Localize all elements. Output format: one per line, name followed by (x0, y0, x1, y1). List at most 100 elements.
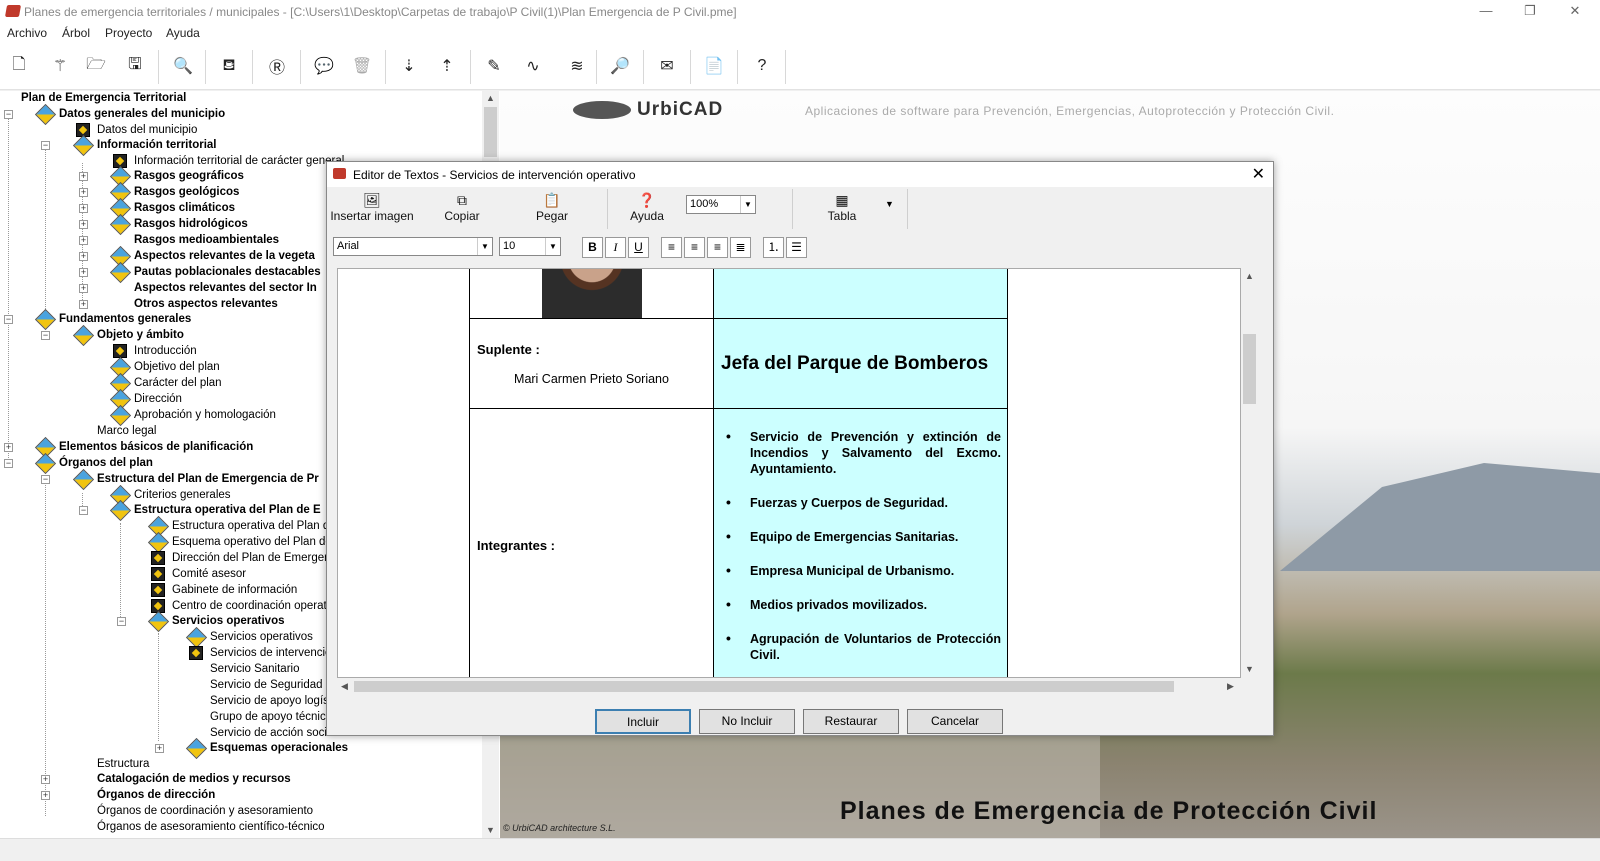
tree-item[interactable]: Servicio Sanitario (210, 661, 299, 677)
tree-item[interactable]: Información territorial (97, 137, 217, 153)
table-dropdown-icon[interactable]: ▼ (885, 199, 894, 209)
tree-item[interactable]: Otros aspectos relevantes (134, 296, 278, 312)
copy-button[interactable]: ⧉ Copiar (437, 191, 487, 223)
restore-button[interactable]: Restaurar (803, 709, 899, 734)
tree-item[interactable]: Rasgos medioambientales (134, 232, 279, 248)
tree-item[interactable]: Pautas poblacionales destacables (134, 264, 321, 280)
scroll-thumb[interactable] (484, 107, 497, 157)
pdf-icon[interactable]: 📄 (701, 53, 727, 79)
menu-proyecto[interactable]: Proyecto (105, 26, 152, 40)
italic-button[interactable]: I (605, 237, 626, 258)
tree-item[interactable]: Rasgos climáticos (134, 200, 235, 216)
help-icon[interactable]: ? (749, 53, 775, 79)
tree-item[interactable]: Servicio de Seguridad (210, 677, 323, 693)
scroll-thumb[interactable] (1243, 334, 1256, 404)
exclude-button[interactable]: No Incluir (699, 709, 795, 734)
numbered-list-icon[interactable]: ⒈ (763, 237, 784, 258)
scroll-up-icon[interactable]: ▲ (486, 93, 495, 103)
tree-item[interactable]: Marco legal (97, 423, 156, 439)
tree-item[interactable]: Servicios operativos (210, 629, 313, 645)
report-icon[interactable]: Ⓡ (264, 53, 290, 79)
dialog-close-icon[interactable]: ✕ (1252, 164, 1265, 184)
menu-archivo[interactable]: Archivo (7, 26, 47, 40)
tree-item[interactable]: Servicios operativos (172, 613, 285, 629)
menu-ayuda[interactable]: Ayuda (166, 26, 200, 40)
bullet-list-icon[interactable]: ☰ (786, 237, 807, 258)
magic-wand-icon[interactable]: ⚚ (47, 53, 73, 79)
tree-item[interactable]: Catalogación de medios y recursos (97, 771, 291, 787)
tree-item[interactable]: Gabinete de información (172, 582, 297, 598)
paste-button[interactable]: 📋 Pegar (527, 191, 577, 223)
comment-icon[interactable]: 💬 (311, 53, 337, 79)
minimize-button[interactable]: — (1463, 0, 1509, 24)
scroll-up-icon[interactable]: ▲ (1245, 271, 1254, 281)
tree-item[interactable]: Elementos básicos de planificación (59, 439, 253, 455)
tree-item[interactable]: Carácter del plan (134, 375, 222, 391)
tree-item[interactable]: Grupo de apoyo técnico (210, 709, 332, 725)
include-button[interactable]: Incluir (595, 709, 691, 734)
tree-item[interactable]: Rasgos geográficos (134, 168, 244, 184)
search-document-icon[interactable]: 🔎 (607, 53, 633, 79)
tree-item[interactable]: Introducción (134, 343, 197, 359)
bold-button[interactable]: B (582, 237, 603, 258)
tree-item[interactable]: Órganos de coordinación y asesoramiento (97, 803, 313, 819)
cancel-button[interactable]: Cancelar (907, 709, 1003, 734)
table-button[interactable]: ▦ Tabla (817, 191, 867, 223)
tree-item[interactable]: Estructura (97, 756, 149, 772)
scroll-down-icon[interactable]: ▼ (1245, 664, 1254, 674)
align-left-icon[interactable]: ≡ (661, 237, 682, 258)
envelope-icon[interactable]: ✉ (654, 53, 680, 79)
underline-button[interactable]: U (628, 237, 649, 258)
tree-item[interactable]: Criterios generales (134, 487, 231, 503)
document-area[interactable]: Suplente : Mari Carmen Prieto Soriano Je… (337, 268, 1241, 678)
restore-button[interactable]: ❐ (1507, 0, 1553, 24)
close-window-button[interactable]: ✕ (1552, 0, 1598, 24)
tree-item[interactable]: Datos generales del municipio (59, 106, 225, 122)
tree-item[interactable]: Aspectos relevantes del sector In (134, 280, 317, 296)
tree-item[interactable]: Rasgos hidrológicos (134, 216, 248, 232)
tree-item[interactable]: Órganos de dirección (97, 787, 215, 803)
tree-item[interactable]: Datos del municipio (97, 122, 197, 138)
tree-item[interactable]: Aspectos relevantes de la vegeta (134, 248, 315, 264)
scroll-down-icon[interactable]: ▼ (486, 825, 495, 835)
tree-item[interactable]: Fundamentos generales (59, 311, 191, 327)
preview-icon[interactable]: 🔍 (170, 53, 196, 79)
scroll-left-icon[interactable]: ◀ (341, 681, 348, 692)
trash-icon[interactable]: 🗑 (349, 53, 375, 79)
tree-item-selected[interactable]: Servicios de intervención (210, 645, 338, 661)
waveform-icon[interactable]: ∿ (520, 53, 546, 79)
tree-item[interactable]: Aprobación y homologación (134, 407, 276, 423)
pencil-icon[interactable]: ✎ (481, 53, 507, 79)
tree-item[interactable]: Dirección del Plan de Emergenc (172, 550, 336, 566)
align-center-icon[interactable]: ≡ (707, 237, 728, 258)
insert-image-button[interactable]: 🖼 Insertar imagen (329, 191, 415, 223)
tree-item[interactable]: Servicio de apoyo logíst (210, 693, 332, 709)
font-size-select[interactable]: 10 ▼ (499, 237, 561, 256)
sort-ascending-icon[interactable]: ⇡ (434, 53, 460, 79)
align-justify-icon[interactable]: ≣ (730, 237, 751, 258)
tree-item[interactable]: Esquema operativo del Plan de E (172, 534, 343, 550)
menu-arbol[interactable]: Árbol (62, 26, 90, 40)
document-vscrollbar[interactable]: ▲ ▼ (1241, 268, 1258, 678)
tree-item[interactable]: Estructura operativa del Plan de E (134, 502, 321, 518)
sort-descending-icon[interactable]: ⇣ (396, 53, 422, 79)
tree-item[interactable]: Dirección (134, 391, 182, 407)
scroll-thumb[interactable] (354, 681, 1174, 692)
tree-item[interactable]: Centro de coordinación operativ (172, 598, 335, 614)
tree-item[interactable]: Servicio de acción social (210, 725, 336, 741)
font-select[interactable]: Arial ▼ (333, 237, 493, 256)
tree-item[interactable]: Estructura del Plan de Emergencia de Pr (97, 471, 319, 487)
binoculars-icon[interactable]: ⛾ (216, 53, 242, 79)
tree-item[interactable]: Órganos de asesoramiento científico-técn… (97, 819, 325, 835)
document-hscrollbar[interactable]: ◀ ▶ (337, 678, 1241, 695)
scroll-right-icon[interactable]: ▶ (1227, 681, 1234, 692)
tree-item[interactable]: Rasgos geológicos (134, 184, 239, 200)
waves-icon[interactable]: ≋ (560, 53, 594, 79)
save-icon[interactable]: 🖫 (122, 53, 148, 79)
align-right-icon[interactable]: ≡ (684, 237, 705, 258)
help-button[interactable]: ❓ Ayuda (622, 191, 672, 223)
tree-item[interactable]: Objetivo del plan (134, 359, 220, 375)
tree-item[interactable]: Esquemas operacionales (210, 740, 348, 756)
tree-item[interactable]: Órganos del plan (59, 455, 153, 471)
tree-item[interactable]: Información territorial de carácter gene… (134, 153, 344, 169)
